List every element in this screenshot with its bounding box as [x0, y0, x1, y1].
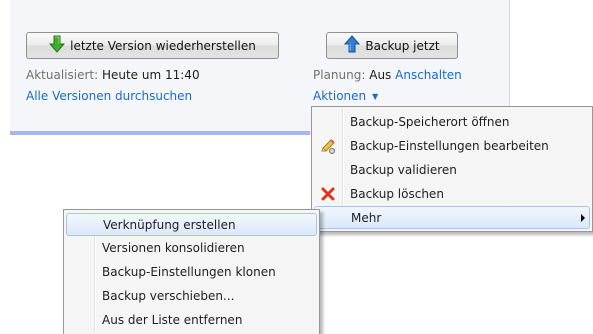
menu-item-remove-from-list[interactable]: Aus der Liste entfernen	[66, 308, 317, 332]
actions-dropdown-link[interactable]: Aktionen ▼	[313, 89, 378, 103]
menu-item-label: Backup-Einstellungen klonen	[102, 265, 276, 279]
menu-item-label: Backup validieren	[350, 163, 457, 177]
blue-up-arrow-icon	[344, 35, 365, 56]
restore-last-version-button[interactable]: letzte Version wiederherstellen	[26, 32, 279, 59]
edit-pencil-icon	[314, 134, 342, 158]
updated-value: Heute um 11:40	[101, 68, 200, 82]
menu-item-label: Verknüpfung erstellen	[103, 217, 236, 232]
updated-row: Aktualisiert: Heute um 11:40	[26, 68, 200, 82]
schedule-row: Planung: Aus Anschalten	[313, 68, 462, 82]
menu-item-move-backup[interactable]: Backup verschieben...	[66, 284, 317, 308]
restore-button-label: letzte Version wiederherstellen	[70, 38, 256, 53]
menu-item-validate-backup[interactable]: Backup validieren	[314, 158, 590, 182]
schedule-enable-link[interactable]: Anschalten	[395, 68, 462, 82]
actions-label: Aktionen	[313, 89, 367, 103]
schedule-label: Planung:	[313, 68, 366, 82]
menu-item-delete-backup[interactable]: Backup löschen	[314, 182, 590, 206]
menu-item-open-backup-location[interactable]: Backup-Speicherort öffnen	[314, 110, 590, 134]
panel-accent-bar	[10, 131, 310, 135]
menu-item-label: Mehr	[351, 210, 382, 225]
caret-down-icon: ▼	[372, 92, 379, 101]
backup-now-button[interactable]: Backup jetzt	[326, 32, 458, 59]
more-submenu: Verknüpfung erstellen Versionen konsolid…	[63, 209, 320, 334]
menu-item-clone-backup-settings[interactable]: Backup-Einstellungen klonen	[66, 260, 317, 284]
menu-item-edit-backup-settings[interactable]: Backup-Einstellungen bearbeiten	[314, 134, 590, 158]
submenu-arrow-icon	[581, 214, 585, 222]
menu-item-label: Aus der Liste entfernen	[102, 313, 243, 327]
delete-x-icon	[314, 182, 342, 206]
actions-menu: Backup-Speicherort öffnen Backup-Einstel…	[311, 106, 593, 232]
menu-item-label: Backup löschen	[350, 187, 444, 201]
browse-all-versions-link[interactable]: Alle Versionen durchsuchen	[26, 89, 192, 103]
menu-item-more[interactable]: Mehr	[314, 206, 590, 229]
schedule-value: Aus	[369, 68, 392, 82]
menu-item-label: Backup verschieben...	[102, 289, 235, 303]
menu-item-consolidate-versions[interactable]: Versionen konsolidieren	[66, 236, 317, 260]
green-down-arrow-icon	[49, 35, 70, 56]
updated-label: Aktualisiert:	[26, 68, 99, 82]
menu-item-label: Versionen konsolidieren	[102, 241, 245, 255]
backup-now-label: Backup jetzt	[365, 38, 440, 53]
menu-item-create-shortcut[interactable]: Verknüpfung erstellen	[66, 213, 317, 236]
menu-item-label: Backup-Speicherort öffnen	[350, 115, 510, 129]
menu-item-label: Backup-Einstellungen bearbeiten	[350, 139, 549, 153]
